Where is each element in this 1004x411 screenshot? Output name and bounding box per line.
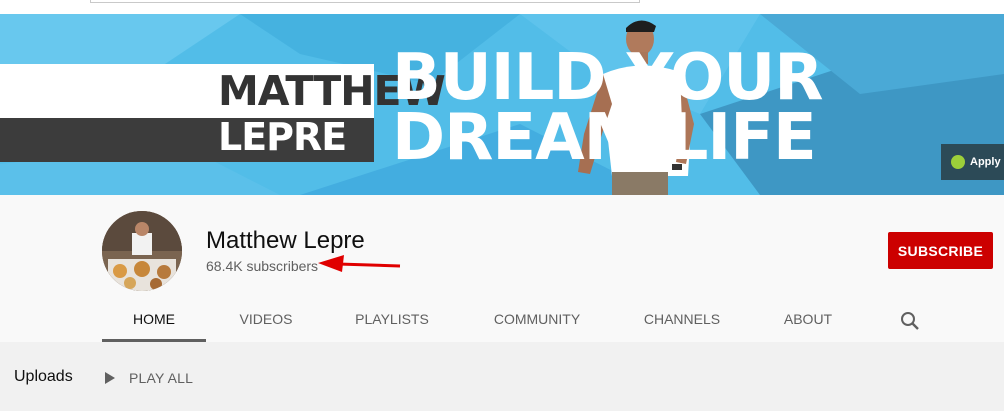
tab-playlists[interactable]: PLAYLISTS <box>340 299 444 342</box>
tab-videos[interactable]: VIDEOS <box>221 299 311 342</box>
subscribe-button[interactable]: SUBSCRIBE <box>888 232 993 269</box>
banner-name-last: LEPRE <box>218 115 347 159</box>
play-icon <box>105 372 115 384</box>
subscriber-count: 68.4K subscribers <box>206 258 319 274</box>
channel-header: Matthew Lepre 68.4K subscribers SUBSCRIB… <box>0 195 1004 342</box>
top-bar <box>0 0 1004 14</box>
apply-logo-icon <box>951 155 965 169</box>
search-icon <box>901 312 919 330</box>
channel-avatar[interactable] <box>102 211 182 291</box>
apply-chip-label: Apply <box>970 156 1001 168</box>
channel-name: Matthew Lepre <box>206 227 365 254</box>
apply-link-chip[interactable]: Apply <box>941 144 1004 180</box>
uploads-title[interactable]: Uploads <box>14 368 73 386</box>
tab-search-button[interactable] <box>896 307 924 335</box>
play-all-label: PLAY ALL <box>129 370 194 386</box>
channel-tabs: HOME VIDEOS PLAYLISTS COMMUNITY CHANNELS… <box>0 299 1004 342</box>
banner-slogan-line-2: DREAM LIFE <box>392 101 817 175</box>
search-box-edge[interactable] <box>90 0 640 3</box>
channel-banner: MATTHEW LEPRE BUILD YOUR DREAM LIFE Appl… <box>0 14 1004 195</box>
tab-about[interactable]: ABOUT <box>768 299 848 342</box>
play-all-button[interactable]: PLAY ALL <box>100 367 193 389</box>
tab-home[interactable]: HOME <box>102 299 206 342</box>
tab-channels[interactable]: CHANNELS <box>630 299 734 342</box>
uploads-shelf-header: Uploads PLAY ALL <box>0 342 1004 411</box>
avatar-image <box>102 211 182 291</box>
tab-community[interactable]: COMMUNITY <box>478 299 596 342</box>
annotation-arrow-icon <box>318 255 401 272</box>
